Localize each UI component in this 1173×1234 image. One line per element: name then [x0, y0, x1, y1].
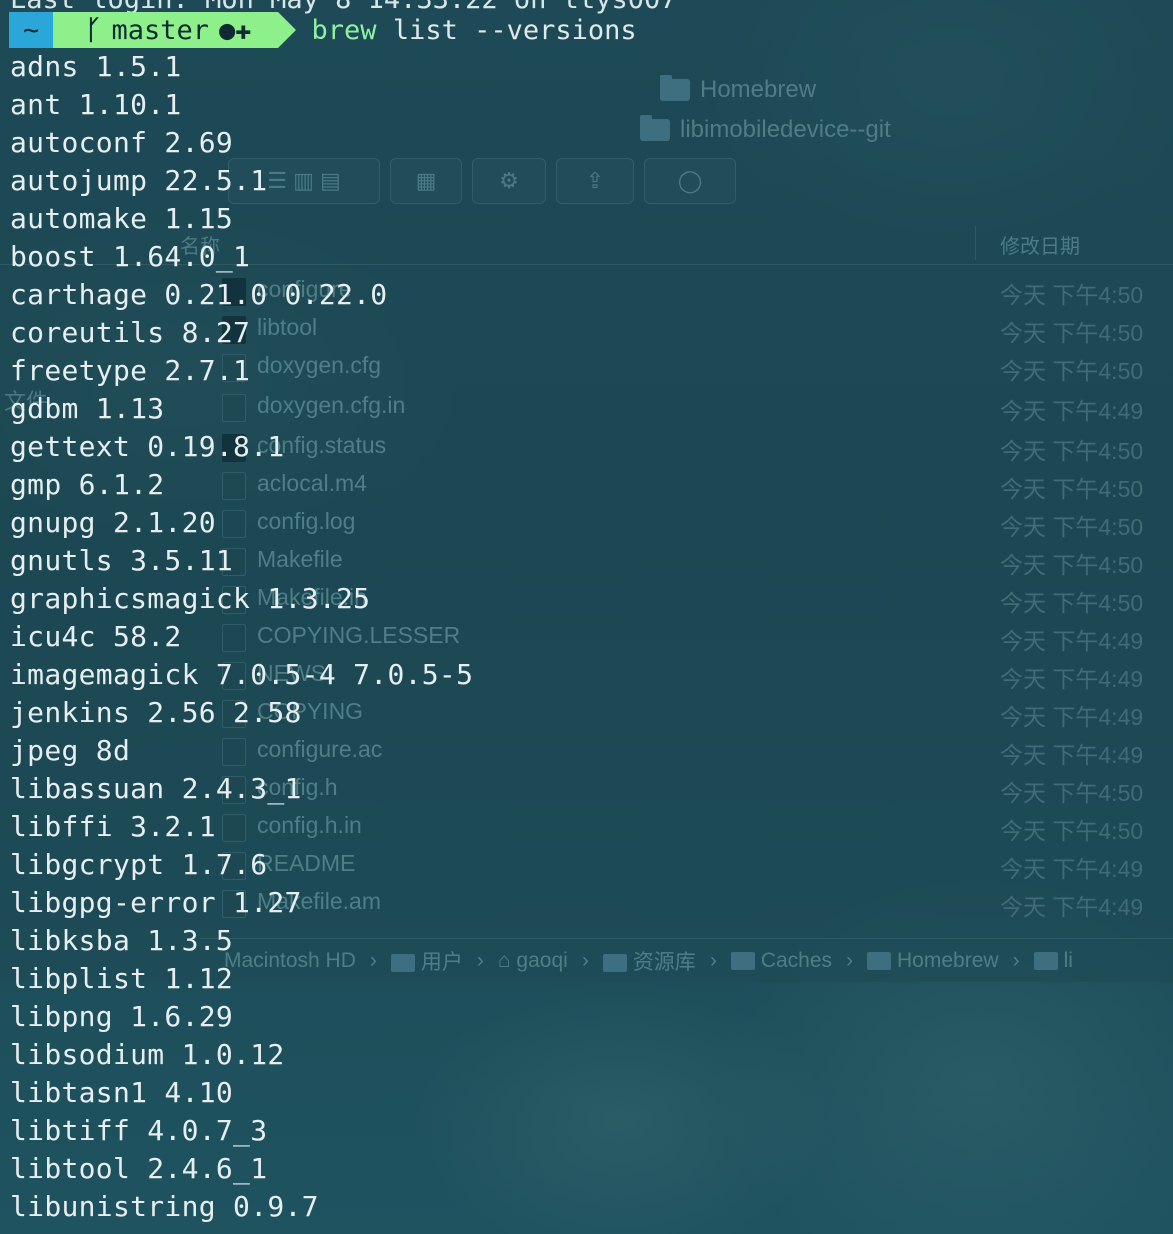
package-line: jenkins 2.56 2.58 [10, 696, 302, 729]
package-line: ant 1.10.1 [10, 88, 182, 121]
package-line: gmp 6.1.2 [10, 468, 165, 501]
package-line: icu4c 58.2 [10, 620, 182, 653]
package-line: libunistring 0.9.7 [10, 1190, 319, 1223]
git-status-icon: ●✚ [219, 14, 252, 46]
package-line: libgpg-error 1.27 [10, 886, 302, 919]
package-line: libffi 3.2.1 [10, 810, 216, 843]
command-name: brew [311, 14, 377, 46]
terminal-window[interactable]: Last login: Mon May 8 14:33:22 on ttys00… [0, 0, 1173, 1234]
package-line: libksba 1.3.5 [10, 924, 234, 957]
package-line: jpeg 8d [10, 734, 131, 767]
command-line[interactable]: brew list --versions [312, 15, 637, 46]
package-line: autojump 22.5.1 [10, 164, 268, 197]
git-branch-icon: ᚴ [85, 14, 102, 46]
package-line: carthage 0.21.0 0.22.0 [10, 278, 388, 311]
shell-prompt: ~ ᚴ master ●✚ brew list --versions [9, 12, 637, 48]
package-line: libassuan 2.4.3_1 [10, 772, 302, 805]
package-line: gnupg 2.1.20 [10, 506, 216, 539]
package-line: coreutils 8.27 [10, 316, 251, 349]
package-line: autoconf 2.69 [10, 126, 234, 159]
package-line: freetype 2.7.1 [10, 354, 251, 387]
package-line: adns 1.5.1 [10, 50, 182, 83]
prompt-home-segment: ~ [9, 12, 72, 48]
package-line: gnutls 3.5.11 [10, 544, 234, 577]
package-line: libpng 1.6.29 [10, 1000, 234, 1033]
package-line: graphicsmagick 1.3.25 [10, 582, 371, 615]
package-line: gettext 0.19.8.1 [10, 430, 285, 463]
package-line: libtiff 4.0.7_3 [10, 1114, 268, 1147]
package-line: automake 1.15 [10, 202, 234, 235]
prompt-git-segment: ᚴ master ●✚ [53, 12, 296, 48]
package-line: libgcrypt 1.7.6 [10, 848, 268, 881]
command-args: list --versions [392, 14, 637, 46]
package-line: gdbm 1.13 [10, 392, 165, 425]
package-line: libsodium 1.0.12 [10, 1038, 285, 1071]
package-line: imagemagick 7.0.5-4 7.0.5-5 [10, 658, 474, 691]
git-branch-name: master [111, 14, 210, 46]
package-line: libplist 1.12 [10, 962, 234, 995]
package-line: libtasn1 4.10 [10, 1076, 234, 1109]
brew-package-list: adns 1.5.1 ant 1.10.1 autoconf 2.69 autojum… [10, 48, 473, 1226]
package-line: libtool 2.4.6_1 [10, 1152, 268, 1185]
package-line: boost 1.64.0_1 [10, 240, 251, 273]
